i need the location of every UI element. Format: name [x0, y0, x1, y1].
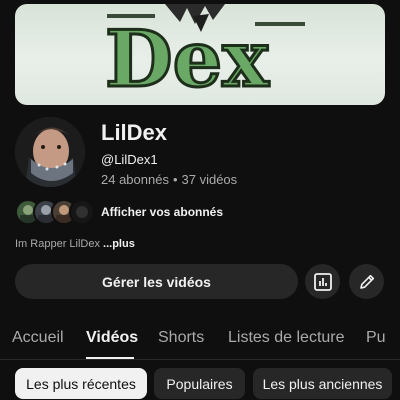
- channel-handle: @LilDex1: [101, 152, 158, 167]
- video-count: 37 vidéos: [181, 172, 238, 187]
- analytics-button[interactable]: [305, 264, 340, 299]
- sort-chips: Les plus récentes Populaires Les plus an…: [0, 368, 400, 400]
- edit-channel-button[interactable]: [349, 264, 384, 299]
- channel-description[interactable]: Im Rapper LilDex ...plus: [15, 238, 135, 250]
- subscriber-avatars: [15, 199, 95, 225]
- channel-tabs: Accueil Vidéos Shorts Listes de lecture …: [0, 322, 400, 360]
- subscriber-avatar: [69, 199, 95, 225]
- chip-popular[interactable]: Populaires: [154, 368, 245, 399]
- banner-logo-text: Dex: [104, 13, 272, 106]
- banner-artwork: Dex: [104, 4, 305, 106]
- manage-videos-button[interactable]: Gérer les vidéos: [15, 264, 298, 299]
- chip-latest[interactable]: Les plus récentes: [15, 368, 147, 399]
- tab-home[interactable]: Accueil: [12, 329, 64, 347]
- chip-oldest[interactable]: Les plus anciennes: [253, 368, 392, 399]
- analytics-icon: [313, 272, 332, 291]
- tab-posts[interactable]: Pu: [366, 329, 386, 347]
- pencil-icon: [359, 274, 374, 289]
- banner-title: Dex: [105, 14, 270, 105]
- tab-playlists[interactable]: Listes de lecture: [228, 329, 345, 347]
- description-more-link[interactable]: ...plus: [103, 238, 135, 250]
- channel-avatar[interactable]: [15, 117, 85, 187]
- tab-shorts[interactable]: Shorts: [158, 329, 204, 347]
- stats-separator: •: [172, 172, 178, 187]
- channel-name: LilDex: [101, 120, 168, 145]
- description-text: Im Rapper LilDex: [15, 238, 104, 250]
- subscribers-row[interactable]: Afficher vos abonnés: [15, 199, 385, 225]
- active-tab-indicator: [86, 357, 134, 359]
- channel-stats: 24 abonnés • 37 vidéos: [101, 172, 237, 187]
- tab-videos[interactable]: Vidéos: [86, 329, 138, 347]
- subscriber-count: 24 abonnés: [101, 172, 169, 187]
- channel-banner: Dex: [15, 4, 385, 105]
- avatar-image: [15, 117, 85, 187]
- show-subscribers-link[interactable]: Afficher vos abonnés: [101, 205, 223, 219]
